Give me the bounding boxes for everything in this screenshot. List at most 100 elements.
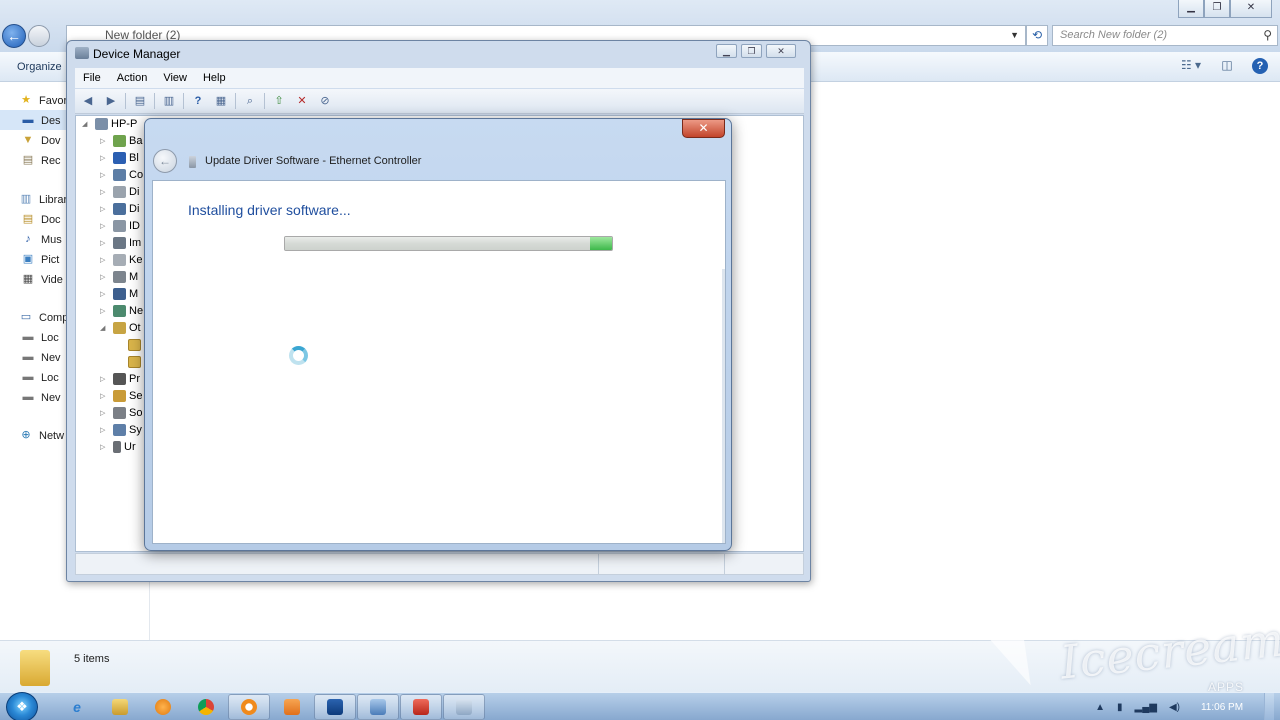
properties-icon[interactable]: ▥	[160, 92, 178, 110]
volume-icon[interactable]: ◀)	[1169, 702, 1180, 713]
tree-item[interactable]: ▷ ID	[100, 220, 140, 232]
change-view-icon[interactable]: ☷ ▾	[1180, 58, 1202, 74]
explorer-icon[interactable]	[99, 694, 141, 720]
close-button[interactable]: ✕	[766, 44, 796, 58]
expand-icon[interactable]: ▷	[100, 409, 110, 417]
tree-item[interactable]: ▷ M	[100, 271, 138, 283]
tree-item[interactable]: ▷ M	[100, 288, 138, 300]
record-icon[interactable]	[228, 694, 270, 720]
nav-item-music[interactable]: ♪ Mus	[20, 233, 62, 246]
nav-item-favorites[interactable]: ★ Favor	[18, 94, 67, 107]
menu-file[interactable]: File	[75, 72, 109, 84]
app-blue-icon[interactable]	[314, 694, 356, 720]
menu-help[interactable]: Help	[195, 72, 234, 84]
tree-item[interactable]: ▷ So	[100, 407, 142, 419]
nav-item-local-disk-e[interactable]: ▬ Loc	[20, 371, 59, 384]
forward-button[interactable]	[28, 25, 50, 47]
restore-button[interactable]: ❐	[741, 44, 762, 58]
tree-item[interactable]: ▷ Se	[100, 390, 142, 402]
scrollbar[interactable]	[722, 269, 725, 543]
clock[interactable]: 11:06 PM	[1192, 702, 1252, 713]
tree-item[interactable]: ▷ Ke	[100, 254, 142, 266]
signal-icon[interactable]: ▂▄▆	[1135, 702, 1157, 713]
tree-root[interactable]: ◢ HP-P	[82, 118, 137, 130]
disable-icon[interactable]: ⊘	[316, 92, 334, 110]
show-hidden-icons-icon[interactable]: ▲	[1095, 702, 1105, 713]
nav-item-desktop[interactable]: ▬ Des	[20, 114, 61, 127]
nav-item-new-volume-f[interactable]: ▬ Nev	[20, 391, 61, 404]
tree-item[interactable]: ▷ Di	[100, 186, 139, 198]
expand-icon[interactable]: ▷	[100, 426, 110, 434]
tree-item[interactable]: ▷ Ne	[100, 305, 143, 317]
close-button[interactable]: ✕	[682, 119, 725, 138]
expand-icon[interactable]: ▷	[100, 273, 110, 281]
scan-hardware-icon[interactable]: ⌕	[241, 92, 259, 110]
app-orange-icon[interactable]	[271, 694, 313, 720]
close-button[interactable]: ✕	[1230, 0, 1272, 18]
menu-action[interactable]: Action	[109, 72, 156, 84]
expand-icon[interactable]: ▷	[100, 256, 110, 264]
nav-item-pictures[interactable]: ▣ Pict	[20, 253, 60, 266]
collapse-icon[interactable]: ◢	[100, 324, 110, 332]
app-red-icon[interactable]	[400, 694, 442, 720]
minimize-button[interactable]: ▁	[716, 44, 737, 58]
battery-icon[interactable]: ▮	[1117, 702, 1123, 713]
tree-item[interactable]: ▷ Im	[100, 237, 141, 249]
network-app-icon[interactable]	[357, 694, 399, 720]
nav-item-recent[interactable]: ▤ Rec	[20, 154, 61, 167]
expand-icon[interactable]: ▷	[100, 307, 110, 315]
nav-item-computer[interactable]: ▭ Comp	[18, 311, 69, 324]
tree-item[interactable]: ▷ Bl	[100, 152, 139, 164]
collapse-icon[interactable]: ◢	[82, 120, 92, 128]
tree-item[interactable]: ▷ Pr	[100, 373, 140, 385]
tree-item[interactable]	[128, 339, 141, 351]
expand-icon[interactable]: ▷	[100, 137, 110, 145]
organize-button[interactable]: Organize	[17, 61, 62, 73]
tree-item[interactable]: ▷ Ur	[100, 441, 136, 453]
back-arrow-icon[interactable]: ◀	[79, 92, 97, 110]
search-icon[interactable]: ⚲	[1263, 26, 1272, 45]
media-player-icon[interactable]	[142, 694, 184, 720]
expand-icon[interactable]: ▷	[100, 375, 110, 383]
nav-item-documents[interactable]: ▤ Doc	[20, 213, 61, 226]
help-icon[interactable]: ?	[1252, 58, 1268, 74]
chevron-down-icon[interactable]: ▼	[1010, 26, 1019, 45]
expand-icon[interactable]: ▷	[100, 154, 110, 162]
help-icon[interactable]: ?	[189, 92, 207, 110]
menu-view[interactable]: View	[155, 72, 195, 84]
expand-icon[interactable]: ▷	[100, 443, 110, 451]
nav-item-downloads[interactable]: ▼ Dov	[20, 134, 61, 147]
expand-icon[interactable]: ▷	[100, 239, 110, 247]
show-hide-tree-icon[interactable]: ▤	[131, 92, 149, 110]
expand-icon[interactable]: ▷	[100, 222, 110, 230]
expand-icon[interactable]: ▷	[100, 188, 110, 196]
refresh-icon[interactable]: ⟲	[1026, 25, 1048, 46]
start-button[interactable]: ❖	[6, 692, 38, 720]
search-input[interactable]: Search New folder (2) ⚲	[1052, 25, 1278, 46]
tree-item[interactable]	[128, 356, 141, 368]
nav-item-new-volume-d[interactable]: ▬ Nev	[20, 351, 61, 364]
update-driver-icon[interactable]: ⇧	[270, 92, 288, 110]
chrome-icon[interactable]	[185, 694, 227, 720]
nav-item-videos[interactable]: ▦ Vide	[20, 273, 63, 286]
restore-button[interactable]: ❐	[1204, 0, 1230, 18]
expand-icon[interactable]: ▷	[100, 392, 110, 400]
tree-item[interactable]: ▷ Ba	[100, 135, 142, 147]
view-icon[interactable]: ▦	[212, 92, 230, 110]
uninstall-icon[interactable]: ✕	[293, 92, 311, 110]
forward-arrow-icon[interactable]: ▶	[102, 92, 120, 110]
expand-icon[interactable]: ▷	[100, 290, 110, 298]
tree-item[interactable]: ▷ Sy	[100, 424, 142, 436]
minimize-button[interactable]: ▁	[1178, 0, 1204, 18]
tree-item[interactable]: ◢ Ot	[100, 322, 141, 334]
tree-item[interactable]: ▷ Co	[100, 169, 143, 181]
ie-icon[interactable]: e	[56, 694, 98, 720]
expand-icon[interactable]: ▷	[100, 171, 110, 179]
nav-item-libraries[interactable]: ▥ Librar	[18, 193, 67, 206]
tree-item[interactable]: ▷ Di	[100, 203, 139, 215]
nav-item-network[interactable]: ⊕ Netw	[18, 429, 64, 442]
device-manager-icon[interactable]	[443, 694, 485, 720]
nav-item-local-disk-c[interactable]: ▬ Loc	[20, 331, 59, 344]
back-arrow-icon[interactable]: ←	[153, 149, 177, 173]
expand-icon[interactable]: ▷	[100, 205, 110, 213]
